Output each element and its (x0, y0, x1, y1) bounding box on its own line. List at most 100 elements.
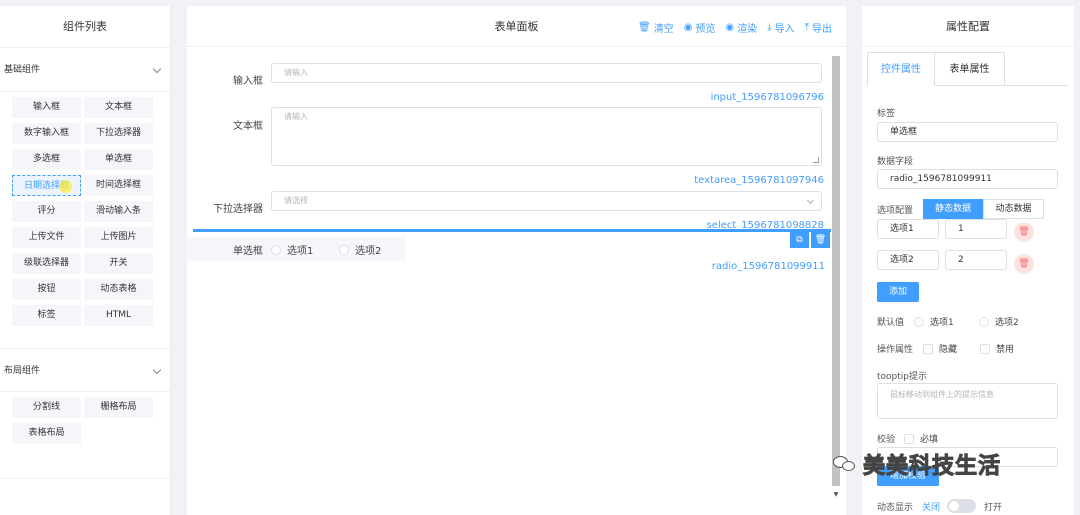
disabled-checkbox[interactable]: 禁用 (980, 342, 1014, 355)
static-data-button[interactable]: 静态数据 (923, 199, 983, 219)
scrollbar-thumb[interactable] (832, 56, 840, 486)
component-item[interactable]: 滑动输入条 (84, 201, 153, 222)
active-item-indicator (193, 229, 831, 232)
component-item[interactable]: 级联选择器 (12, 253, 81, 274)
options-config-label: 选项配置 (877, 206, 914, 216)
eye-icon: ◉ (683, 22, 693, 33)
copy-button[interactable]: ⧉ (790, 232, 809, 248)
component-item[interactable]: HTML (84, 305, 153, 326)
switch-off-label: 关闭 (922, 503, 941, 513)
chevron-down-icon (806, 196, 815, 205)
default-radio-option[interactable]: 选项1 (914, 315, 954, 328)
scroll-down-arrow-icon[interactable]: ▼ (832, 491, 840, 501)
divider (0, 478, 170, 479)
properties-panel: 属性配置 控件属性 表单属性 标签 单选框 数据字段 radio_1596781… (862, 6, 1074, 515)
basic-components-grid: 输入框 文本框 数字输入框 下拉选择器 多选框 单选框 日期选择框 时间选择框 … (0, 92, 170, 326)
resize-handle-icon[interactable] (813, 157, 819, 163)
chevron-down-icon (152, 365, 162, 375)
option-value-input[interactable]: 1 (945, 219, 1007, 239)
dynamic-display-switch[interactable] (947, 499, 976, 513)
render-button[interactable]: ◉ 渲染 (725, 20, 757, 35)
component-item[interactable]: 分割线 (12, 397, 81, 418)
label-field-label: 标签 (877, 109, 896, 119)
component-item[interactable]: 开关 (84, 253, 153, 274)
input-field-label: 输入框 (233, 76, 263, 87)
default-value-label: 默认值 (877, 318, 905, 328)
component-item[interactable]: 栅格布局 (84, 397, 153, 418)
radio-circle-icon (914, 316, 924, 327)
layout-components-grid: 分割线 栅格布局 表格布局 (0, 392, 170, 444)
component-list-title: 组件列表 (0, 6, 170, 48)
radio-option[interactable]: 选项2 (339, 242, 381, 257)
properties-tabs: 控件属性 表单属性 (867, 52, 1068, 86)
delete-button[interactable]: 🗑 (811, 232, 830, 248)
chevron-down-icon (152, 64, 162, 74)
data-field-input[interactable]: radio_1596781099911 (877, 169, 1058, 189)
input-field-id: input_1596781096796 (710, 92, 824, 103)
radio-field-row[interactable]: 单选框 选项1 选项2 (187, 237, 406, 261)
dynamic-display-label: 动态显示 (877, 503, 914, 513)
select-placeholder: 请选择 (284, 196, 308, 205)
component-item[interactable]: 文本框 (84, 97, 153, 118)
switch-on-label: 打开 (984, 503, 1003, 513)
copy-icon: ⧉ (796, 235, 803, 245)
form-panel: 表单面板 🗑 清空 ◉ 预览 ◉ 渲染 ⤓ 导入 ⤒ 导出 输入框 请输入 input_1… (187, 6, 846, 515)
component-item[interactable]: 输入框 (12, 97, 81, 118)
textarea-field[interactable]: 请输入 (271, 107, 822, 166)
required-checkbox[interactable]: 必填 (904, 432, 938, 445)
form-toolbar: 🗑 清空 ◉ 预览 ◉ 渲染 ⤓ 导入 ⤒ 导出 (638, 20, 832, 35)
clear-button[interactable]: 🗑 清空 (638, 20, 674, 35)
component-item[interactable]: 单选框 (84, 149, 153, 170)
component-item-hovered[interactable]: 日期选择框 (12, 175, 81, 196)
select-field-label: 下拉选择器 (213, 204, 263, 215)
option-label-input[interactable]: 选项1 (877, 219, 939, 239)
watermark: 美美科技生活 (833, 448, 1001, 480)
export-button[interactable]: ⤒ 导出 (805, 20, 832, 35)
watermark-text: 美美科技生活 (862, 454, 1002, 480)
trash-icon: 🗑 (814, 235, 827, 245)
component-item[interactable]: 上传图片 (84, 227, 153, 248)
option-value-input[interactable]: 2 (945, 250, 1007, 270)
radio-field-id: radio_1596781099911 (711, 261, 825, 272)
layout-components-header[interactable]: 布局组件 (0, 348, 170, 392)
component-item[interactable]: 评分 (12, 201, 81, 222)
hidden-checkbox[interactable]: 隐藏 (923, 342, 957, 355)
component-item[interactable]: 按钮 (12, 279, 81, 300)
component-item[interactable]: 下拉选择器 (84, 123, 153, 144)
basic-components-header[interactable]: 基础组件 (0, 48, 170, 92)
radio-option[interactable]: 选项1 (271, 242, 313, 257)
textarea-field-id: textarea_1596781097946 (694, 175, 824, 186)
import-button[interactable]: ⤓ 导入 (767, 20, 794, 35)
properties-panel-title: 属性配置 (862, 6, 1074, 47)
component-item[interactable]: 标签 (12, 305, 81, 326)
default-radio-option[interactable]: 选项2 (979, 315, 1019, 328)
option-label-input[interactable]: 选项2 (877, 250, 939, 270)
component-item[interactable]: 多选框 (12, 149, 81, 170)
radio-field-label: 单选框 (233, 246, 263, 257)
delete-option-button[interactable]: 🗑 (1014, 254, 1034, 274)
component-item[interactable]: 动态表格 (84, 279, 153, 300)
data-field-label: 数据字段 (877, 157, 914, 167)
delete-option-button[interactable]: 🗑 (1014, 222, 1034, 242)
input-field[interactable]: 请输入 (271, 63, 822, 83)
component-item[interactable]: 表格布局 (12, 423, 81, 444)
checkbox-icon (923, 343, 933, 354)
component-item[interactable]: 时间选择框 (84, 175, 153, 196)
tab-form-properties[interactable]: 表单属性 (935, 52, 1005, 86)
component-item[interactable]: 上传文件 (12, 227, 81, 248)
dynamic-data-button[interactable]: 动态数据 (983, 199, 1044, 219)
component-item[interactable]: 数字输入框 (12, 123, 81, 144)
add-option-button[interactable]: 添加 (877, 282, 919, 302)
component-list-panel: 组件列表 基础组件 输入框 文本框 数字输入框 下拉选择器 多选框 单选框 日期… (0, 6, 171, 515)
textarea-placeholder: 请输入 (284, 112, 308, 121)
preview-button[interactable]: ◉ 预览 (684, 20, 716, 35)
select-field[interactable]: 请选择 (271, 191, 822, 211)
trash-icon: 🗑 (1018, 259, 1030, 269)
label-field-input[interactable]: 单选框 (877, 122, 1058, 142)
trash-icon: 🗑 (637, 22, 651, 33)
tooltip-label: tooptip提示 (877, 372, 927, 382)
upload-icon: ⤒ (804, 22, 809, 33)
tab-control-properties[interactable]: 控件属性 (867, 52, 935, 86)
tooltip-textarea[interactable]: 鼠标移动到组件上的提示信息 (877, 383, 1058, 419)
item-actions: ⧉ 🗑 (790, 232, 830, 248)
